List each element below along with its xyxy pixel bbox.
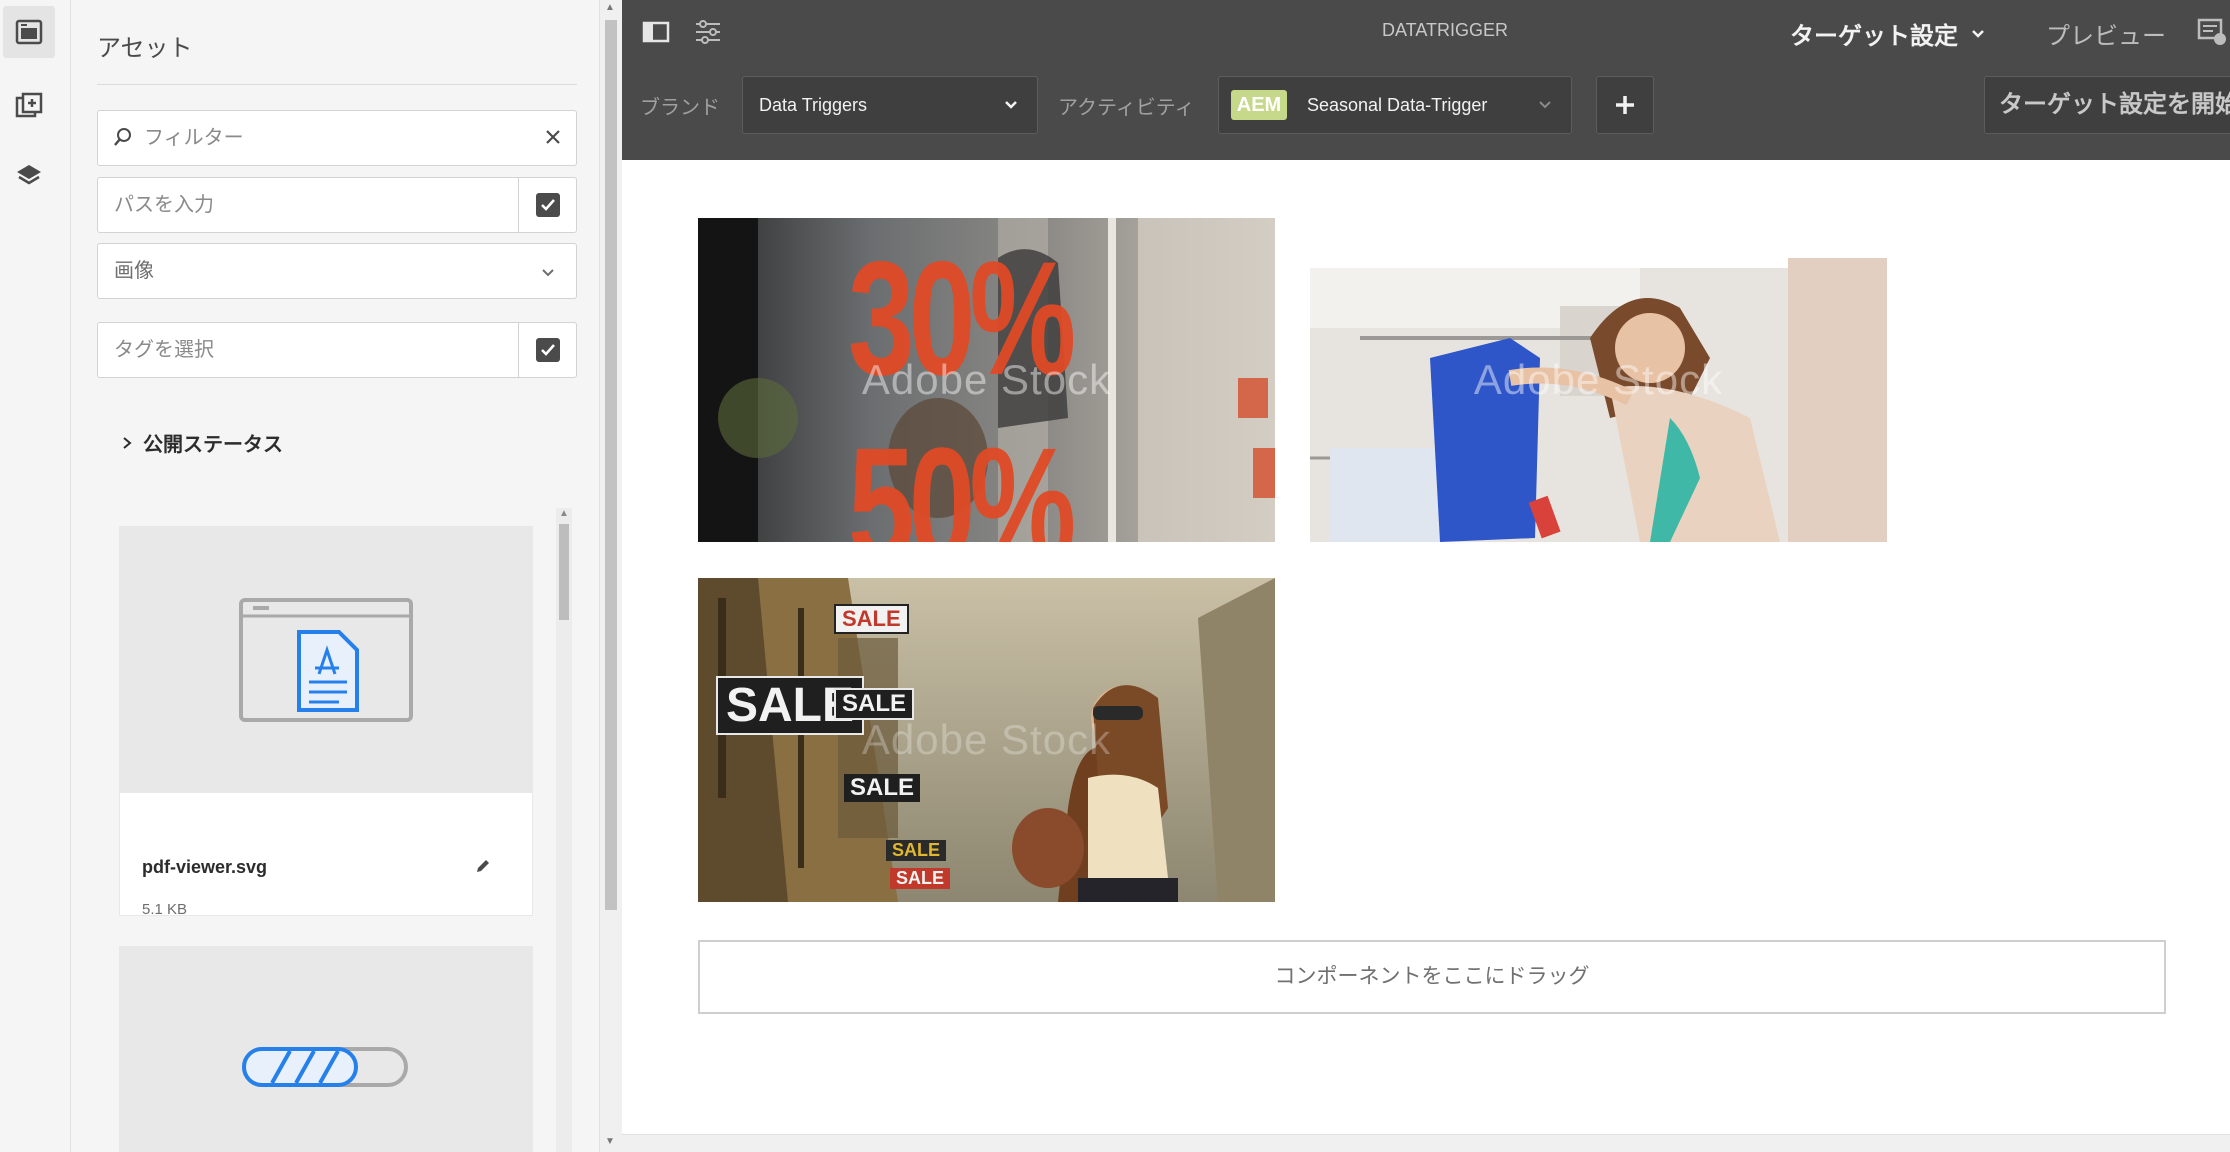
filter-field[interactable]: フィルター: [97, 110, 577, 166]
chevron-down-icon: [1539, 101, 1551, 109]
scroll-up-icon[interactable]: ▲: [559, 508, 569, 519]
scroll-thumb[interactable]: [559, 524, 569, 620]
filter-input[interactable]: フィルター: [144, 111, 244, 165]
panel-scrollbar[interactable]: ▲ ▼: [599, 0, 622, 1152]
components-tab[interactable]: [3, 80, 55, 132]
sale-sign: SALE: [890, 868, 951, 889]
search-icon: [114, 128, 131, 146]
side-rail: [0, 0, 71, 1152]
divider: [97, 84, 577, 85]
activity-label: アクティビティ: [1058, 97, 1195, 119]
canvas-horizontal-scrollbar[interactable]: [622, 1134, 2230, 1152]
annotation-icon: [2197, 18, 2226, 45]
progress-bar-icon: [242, 1047, 408, 1087]
add-activity-button[interactable]: [1596, 76, 1654, 134]
scroll-thumb[interactable]: [605, 20, 617, 910]
content-tree-tab[interactable]: [3, 150, 55, 202]
asset-panel: アセット フィルター パスを入力 画像 タグを選択 公開ステータス pdf-vi…: [71, 0, 599, 1152]
chevron-down-icon: [1972, 29, 1984, 38]
aem-badge: AEM: [1231, 90, 1287, 120]
page-canvas: 30% 50% OFF Adobe Stock Adobe Stock: [622, 160, 2230, 1134]
sale-street-image[interactable]: SALE SALE SALE SALE SALE SALE Adobe Stoc…: [698, 578, 1275, 902]
close-icon[interactable]: [544, 128, 562, 146]
chevron-right-icon: [123, 436, 132, 449]
page-title: DATATRIGGER: [1382, 20, 1508, 40]
edit-icon[interactable]: [474, 857, 492, 875]
watermark: Adobe Stock: [861, 716, 1112, 763]
panel-title: アセット: [97, 35, 193, 62]
editor-toolbar: DATATRIGGER ターゲット設定 プレビュー ブランド Data Trig…: [622, 0, 2230, 160]
preview-button[interactable]: プレビュー: [2046, 16, 2166, 51]
watermark: Adobe Stock: [1473, 356, 1724, 403]
activity-select[interactable]: AEM Seasonal Data-Trigger: [1218, 76, 1572, 134]
checkbox-icon: [535, 338, 560, 362]
asset-thumbnail: [120, 947, 532, 1152]
scroll-down-icon[interactable]: ▼: [605, 1136, 615, 1147]
tag-field[interactable]: タグを選択: [97, 322, 577, 378]
sliders-icon: [696, 20, 720, 44]
asset-card[interactable]: pdf-viewer.svg 5.1 KB: [119, 526, 533, 918]
asset-list-scrollbar[interactable]: ▲: [556, 508, 572, 1152]
sale-sign: SALE: [844, 774, 921, 802]
plus-icon: [1616, 96, 1634, 114]
asset-type-value: 画像: [114, 260, 154, 282]
component-dropzone[interactable]: コンポーネントをここにドラッグ: [698, 940, 2166, 1014]
chevron-down-icon: [542, 269, 554, 277]
asset-type-select[interactable]: 画像: [97, 243, 577, 299]
chevron-down-icon: [1005, 101, 1017, 109]
assets-icon: [15, 19, 43, 45]
tag-input[interactable]: タグを選択: [114, 323, 214, 377]
mode-label: ターゲット設定: [1790, 23, 1958, 50]
asset-size: 5.1 KB: [142, 901, 188, 918]
mode-select[interactable]: ターゲット設定: [1790, 16, 1986, 51]
assets-tab[interactable]: [3, 6, 55, 58]
brand-select[interactable]: Data Triggers: [742, 76, 1038, 134]
pdf-viewer-icon: [239, 598, 413, 722]
sale-window-image[interactable]: 30% 50% OFF Adobe Stock: [698, 218, 1275, 542]
asset-name: pdf-viewer.svg: [142, 857, 268, 877]
shopping-woman-image[interactable]: Adobe Stock: [1310, 218, 1887, 542]
scroll-up-icon[interactable]: ▲: [605, 2, 615, 13]
annotations-button[interactable]: [2194, 14, 2230, 50]
checkbox-icon: [535, 193, 560, 217]
activity-value: Seasonal Data-Trigger: [1307, 95, 1488, 115]
path-field[interactable]: パスを入力: [97, 177, 577, 233]
asset-thumbnail: [120, 527, 532, 793]
page-properties-button[interactable]: [688, 14, 728, 50]
sale-sign: SALE: [886, 840, 947, 861]
path-browse-button[interactable]: [518, 178, 576, 232]
components-icon: [15, 92, 43, 118]
asset-list: pdf-viewer.svg 5.1 KB: [119, 502, 567, 1152]
watermark: Adobe Stock: [861, 356, 1112, 403]
tag-browse-button[interactable]: [518, 323, 576, 377]
layers-icon: [17, 165, 41, 185]
side-panel-icon: [642, 21, 670, 43]
asset-card[interactable]: [119, 946, 533, 1152]
brand-label: ブランド: [640, 97, 720, 119]
publish-status-label: 公開ステータス: [143, 434, 283, 456]
path-input[interactable]: パスを入力: [114, 178, 214, 232]
brand-value: Data Triggers: [759, 95, 868, 115]
publish-status-toggle[interactable]: 公開ステータス: [121, 428, 283, 457]
sale-sign: SALE: [834, 604, 909, 634]
start-targeting-button[interactable]: ターゲット設定を開始: [1984, 76, 2230, 134]
toggle-side-panel-button[interactable]: [636, 14, 676, 50]
